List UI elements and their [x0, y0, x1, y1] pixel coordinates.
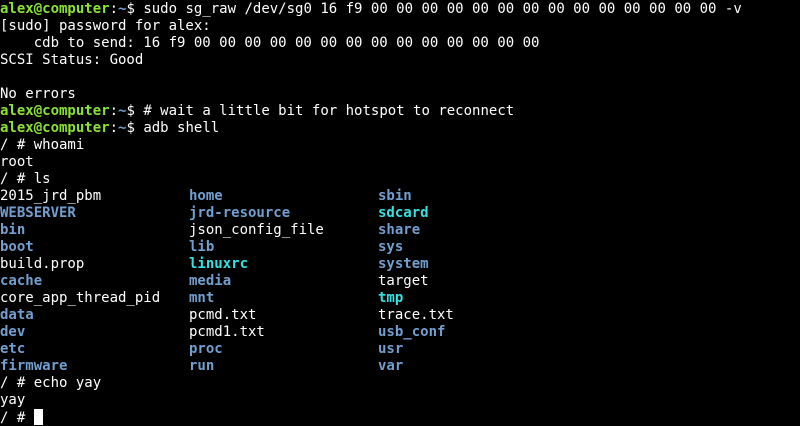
terminal-line: alex@computer:~$ # wait a little bit for… — [0, 103, 515, 119]
ls-row: etc proc usr — [0, 341, 800, 358]
ls-row: WEBSERVER jrd-resource sdcard — [0, 205, 800, 222]
command-text: adb shell — [134, 120, 220, 136]
terminal-line: yay — [0, 392, 26, 408]
ls-entry: firmware — [0, 358, 68, 374]
ls-entry: mnt — [189, 290, 215, 306]
terminal-line: [sudo] password for alex: — [0, 18, 211, 34]
ls-entry: run — [189, 358, 215, 374]
ls-entry: target — [378, 273, 429, 289]
terminal-line: / # whoami — [0, 137, 85, 153]
ls-entry: WEBSERVER — [0, 205, 76, 221]
command-text: sudo sg_raw /dev/sg0 16 f9 00 00 00 00 0… — [134, 1, 742, 17]
ls-entry: home — [189, 188, 223, 204]
ls-entry: etc — [0, 341, 26, 357]
ls-entry: sbin — [378, 188, 412, 204]
ls-entry: tmp — [378, 290, 404, 306]
command-text: # wait a little bit for hotspot to recon… — [134, 103, 515, 119]
ls-entry: system — [378, 256, 429, 272]
ls-row: dev pcmd1.txt usb_conf — [0, 324, 800, 341]
ls-output: 2015_jrd_pbm home sbin WEBSERVER jrd-resourc… — [0, 188, 800, 375]
prompt-user: alex@computer — [0, 103, 110, 119]
terminal-line: / # — [0, 409, 800, 426]
ls-row: core_app_thread_pid mnt tmp — [0, 290, 800, 307]
ls-entry: json_config_file — [189, 222, 324, 238]
ls-entry: sdcard — [378, 205, 429, 221]
ls-row: boot lib sys — [0, 239, 800, 256]
ls-entry: media — [189, 273, 232, 289]
terminal-window[interactable]: alex@computer:~$ sudo sg_raw /dev/sg0 16… — [0, 0, 800, 426]
ls-entry: lib — [189, 239, 215, 255]
terminal-line: No errors — [0, 86, 76, 102]
terminal-line: cdb to send: 16 f9 00 00 00 00 00 00 00 … — [0, 35, 540, 51]
ls-entry: boot — [0, 239, 34, 255]
ls-entry: bin — [0, 222, 26, 238]
ls-row: build.prop linuxrc system — [0, 256, 800, 273]
terminal-line: alex@computer:~$ sudo sg_raw /dev/sg0 16… — [0, 1, 742, 17]
ls-entry: linuxrc — [189, 256, 249, 272]
ls-entry: dev — [0, 324, 26, 340]
prompt-user: alex@computer — [0, 120, 110, 136]
prompt-user: alex@computer — [0, 1, 110, 17]
ls-row: 2015_jrd_pbm home sbin — [0, 188, 800, 205]
ls-entry: usr — [378, 341, 404, 357]
terminal-line: / # echo yay — [0, 375, 102, 391]
ls-entry: cache — [0, 273, 43, 289]
text-cursor — [33, 409, 43, 425]
ls-row: data pcmd.txt trace.txt — [0, 307, 800, 324]
ls-row: cache media target — [0, 273, 800, 290]
ls-entry: core_app_thread_pid — [0, 290, 161, 306]
terminal-line: SCSI Status: Good — [0, 52, 144, 68]
ls-entry: var — [378, 358, 404, 374]
ls-entry: 2015_jrd_pbm — [0, 188, 102, 204]
ls-row: firmware run var — [0, 358, 800, 375]
ls-row: bin json_config_file share — [0, 222, 800, 239]
ls-entry: trace.txt — [378, 307, 454, 323]
ls-entry: jrd-resource — [189, 205, 291, 221]
ls-entry: pcmd.txt — [189, 307, 257, 323]
ls-entry: proc — [189, 341, 223, 357]
ls-entry: usb_conf — [378, 324, 446, 340]
ls-entry: pcmd1.txt — [189, 324, 265, 340]
terminal-line: / # ls — [0, 171, 51, 187]
terminal-line: root — [0, 154, 34, 170]
shell-prompt: / # — [0, 410, 34, 426]
ls-entry: sys — [378, 239, 404, 255]
ls-entry: data — [0, 307, 34, 323]
terminal-line: alex@computer:~$ adb shell — [0, 120, 220, 136]
ls-entry: build.prop — [0, 256, 85, 272]
ls-entry: share — [378, 222, 421, 238]
